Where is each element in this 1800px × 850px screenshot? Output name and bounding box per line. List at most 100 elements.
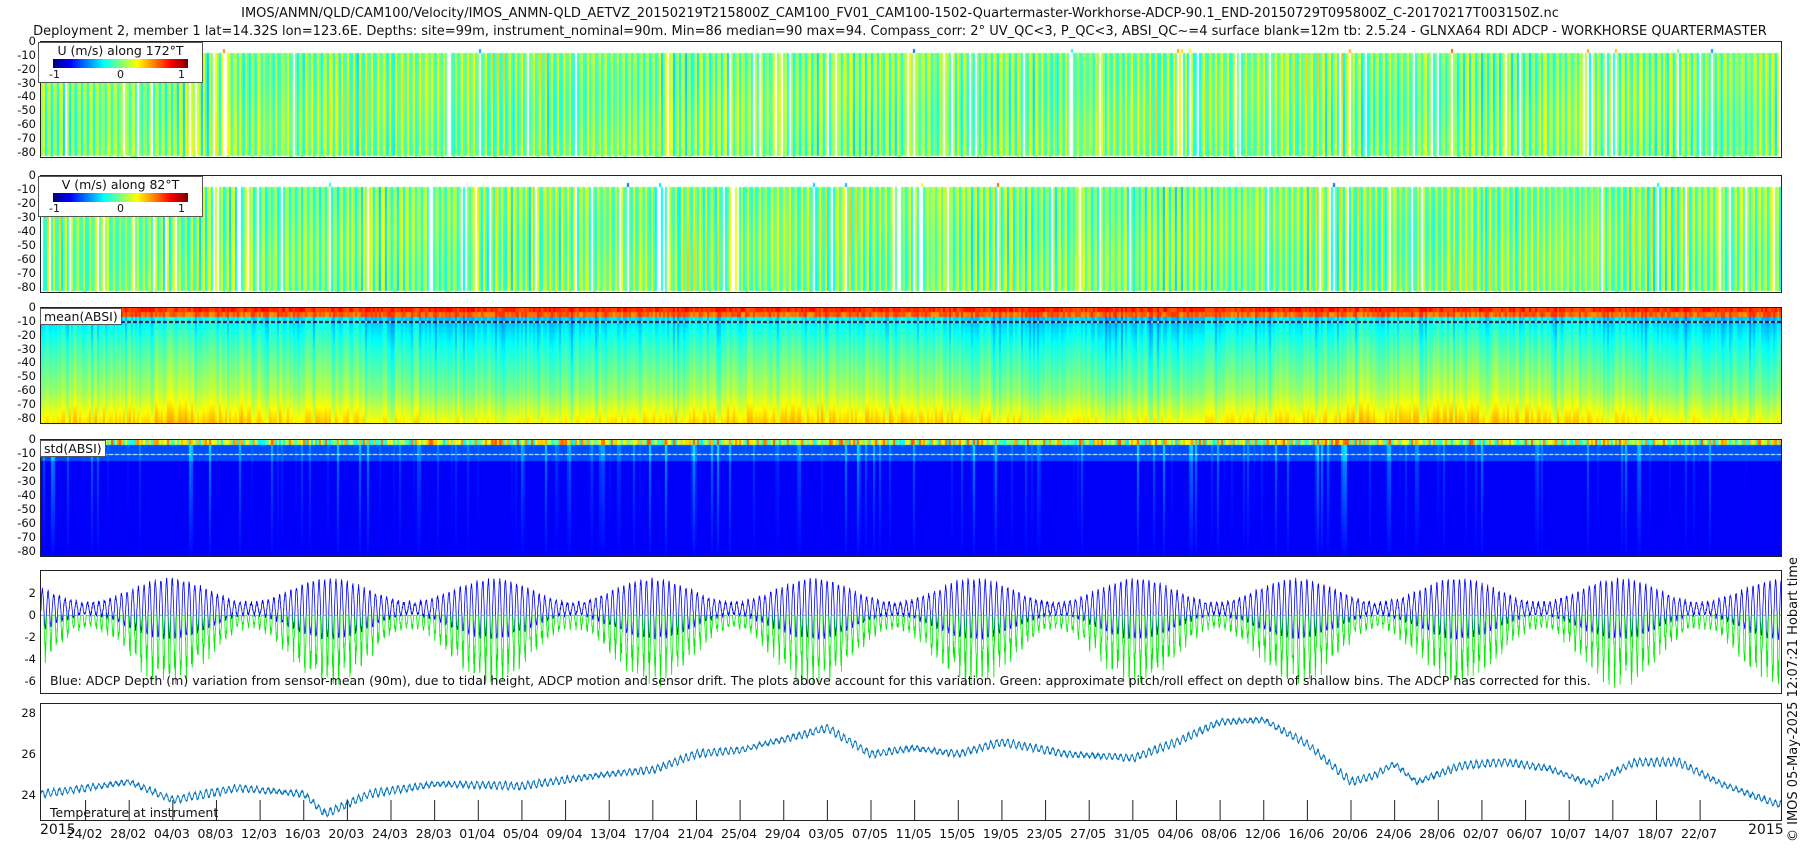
u-colorbar <box>53 59 188 68</box>
x-tick-label: 02/07 <box>1462 826 1499 841</box>
x-tick-label: 01/04 <box>459 826 496 841</box>
y-tick-label: -10 <box>17 313 36 328</box>
copyright-timestamp: © IMOS 05-May-2025 12:07:21 Hobart time <box>1786 557 1800 842</box>
std-absi-panel <box>40 439 1782 557</box>
y-tick-label: -50 <box>17 369 36 384</box>
y-tick-label: -4 <box>24 651 36 666</box>
v-heatmap <box>41 176 1781 292</box>
depth-variation-annotation: Blue: ADCP Depth (m) variation from sens… <box>50 673 1591 688</box>
year-label-right: 2015 <box>1748 822 1784 838</box>
u-velocity-panel <box>40 41 1782 158</box>
x-tick-label: 16/06 <box>1288 826 1325 841</box>
v-colorbar-legend: V (m/s) along 82°T -1 0 1 <box>38 176 203 217</box>
u-colorbar-tick: 0 <box>117 68 124 81</box>
x-tick-label: 20/03 <box>328 826 365 841</box>
x-tick-label: 25/04 <box>721 826 758 841</box>
y-tick-label: -60 <box>17 117 36 132</box>
x-tick-label: 23/05 <box>1026 826 1063 841</box>
v-legend-title: V (m/s) along 82°T <box>61 177 180 192</box>
y-tick-label: -6 <box>24 673 36 688</box>
x-tick-label: 09/04 <box>546 826 583 841</box>
y-tick-label: -20 <box>17 195 36 210</box>
std-absi-heatmap <box>41 440 1781 556</box>
x-tick-label: 04/03 <box>153 826 190 841</box>
x-tick-label: 16/03 <box>284 826 321 841</box>
x-tick-label: 05/04 <box>502 826 539 841</box>
mean-absi-heatmap <box>41 308 1781 423</box>
y-tick-label: -80 <box>17 410 36 425</box>
y-tick-label: 0 <box>28 607 36 622</box>
x-tick-label: 12/03 <box>241 826 278 841</box>
x-tick-label: 24/03 <box>371 826 409 841</box>
x-tick-label: 10/07 <box>1550 826 1587 841</box>
v-colorbar-tick: 0 <box>117 202 124 215</box>
x-tick-label: 28/02 <box>110 826 147 841</box>
y-tick-label: -50 <box>17 103 36 118</box>
u-heatmap <box>41 42 1781 157</box>
y-tick-label: -40 <box>17 355 36 370</box>
y-tick-label: -30 <box>17 341 36 356</box>
temperature-line <box>41 716 1781 818</box>
u-legend-title: U (m/s) along 172°T <box>57 43 184 58</box>
y-tick-label: 0 <box>28 34 36 48</box>
y-tick-label: -30 <box>17 75 36 90</box>
y-tick-label: -80 <box>17 279 36 294</box>
x-tick-label: 07/05 <box>851 826 889 841</box>
u-colorbar-tick: 1 <box>178 68 185 81</box>
mean-absi-label: mean(ABSI) <box>40 308 122 325</box>
y-tick-label: -50 <box>17 237 36 252</box>
y-tick-label: -30 <box>17 209 36 224</box>
x-tick-label: 11/05 <box>895 826 932 841</box>
y-tick-label: -10 <box>17 445 36 460</box>
y-tick-label: -60 <box>17 383 36 398</box>
adcp-depth-variation-line <box>41 577 1781 640</box>
y-tick-label: -30 <box>17 473 36 488</box>
mean-absi-panel <box>40 307 1782 424</box>
x-tick-label: 21/04 <box>677 826 714 841</box>
y-tick-label: -10 <box>17 47 36 62</box>
temperature-panel <box>40 703 1782 821</box>
y-tick-label: -20 <box>17 327 36 342</box>
x-tick-label: 29/04 <box>764 826 801 841</box>
x-tick-label: 17/04 <box>633 826 670 841</box>
y-tick-label: -20 <box>17 61 36 76</box>
x-tick-label: 06/07 <box>1506 826 1543 841</box>
y-tick-label: 28 <box>21 706 36 721</box>
x-tick-label: 22/07 <box>1681 826 1718 841</box>
y-tick-label: -70 <box>17 130 36 145</box>
y-tick-label: -70 <box>17 529 36 544</box>
y-tick-label: 26 <box>21 746 36 761</box>
y-tick-label: -20 <box>17 459 36 474</box>
x-tick-label: 19/05 <box>982 826 1019 841</box>
y-tick-label: 0 <box>28 300 36 314</box>
y-tick-label: 0 <box>28 432 36 446</box>
y-tick-label: 24 <box>21 787 36 802</box>
v-colorbar-tick: 1 <box>178 202 185 215</box>
y-tick-label: -70 <box>17 265 36 280</box>
figure-title-line1: IMOS/ANMN/QLD/CAM100/Velocity/IMOS_ANMN-… <box>241 6 1559 21</box>
y-tick-label: -80 <box>17 543 36 558</box>
u-colorbar-tick: -1 <box>49 68 60 81</box>
x-tick-label: 27/05 <box>1070 826 1107 841</box>
x-tick-label: 13/04 <box>590 826 627 841</box>
v-colorbar-tick: -1 <box>49 202 60 215</box>
x-tick-label: 12/06 <box>1244 826 1281 841</box>
temperature-annotation: Temperature at instrument <box>50 805 219 820</box>
x-tick-label: 03/05 <box>808 826 845 841</box>
u-colorbar-legend: U (m/s) along 172°T -1 0 1 <box>38 42 203 83</box>
y-tick-label: 2 <box>28 586 36 601</box>
x-tick-label: 31/05 <box>1113 826 1150 841</box>
y-tick-label: -40 <box>17 487 36 502</box>
y-tick-label: -40 <box>17 223 36 238</box>
x-tick-label: 04/06 <box>1157 826 1194 841</box>
x-tick-label: 20/06 <box>1331 826 1369 841</box>
x-tick-label: 28/06 <box>1419 826 1456 841</box>
x-tick-label: 24/06 <box>1375 826 1412 841</box>
v-velocity-panel <box>40 175 1782 293</box>
year-label-left: 2015 <box>40 822 76 838</box>
v-colorbar <box>53 193 188 202</box>
y-tick-label: -80 <box>17 144 36 159</box>
x-tick-label: 18/07 <box>1637 826 1674 841</box>
x-tick-label: 15/05 <box>939 826 976 841</box>
y-tick-label: -60 <box>17 251 36 266</box>
